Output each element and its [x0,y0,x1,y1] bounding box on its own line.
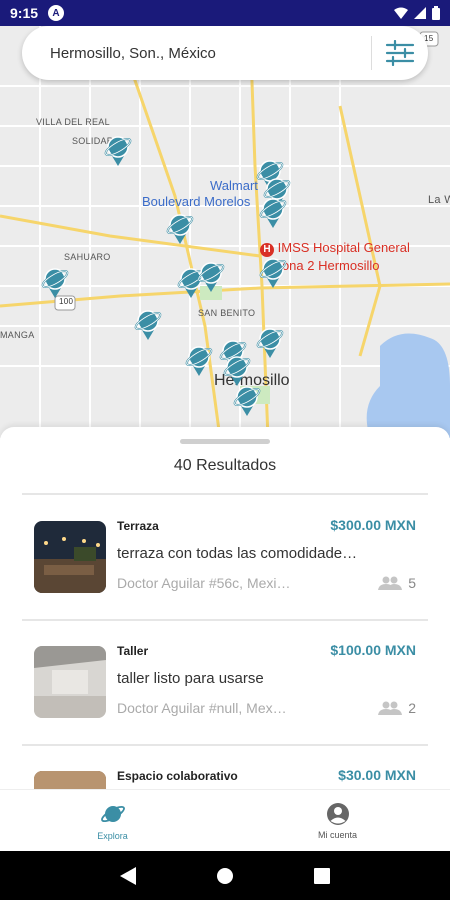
map-pin-icon[interactable] [222,352,252,386]
notification-icon: A [48,5,65,21]
cellular-icon [414,7,426,19]
listing-capacity: 2 [378,700,416,716]
map-pin-icon[interactable] [165,210,195,244]
results-sheet[interactable]: 40 Resultados Terraza $300.00 MXN terraz… [0,427,450,789]
listing-card[interactable]: Taller $100.00 MXN taller listo para usa… [22,620,428,744]
listing-price: $100.00 MXN [330,642,416,658]
system-nav-bar [0,851,450,900]
listing-thumbnail [34,646,106,718]
map-pin-icon[interactable] [133,306,163,340]
map-pin-icon[interactable] [196,258,226,292]
wifi-icon [394,7,408,19]
map-poi-boulevard: Boulevard Morelos [142,194,251,209]
bottom-navigation: Explora Mi cuenta [0,789,450,851]
planet-icon [100,805,125,822]
map-pin-icon[interactable] [184,342,214,376]
map-pin-icon[interactable] [40,264,70,298]
account-icon [326,802,349,825]
people-icon [378,576,403,590]
capacity-value: 5 [408,575,416,591]
results-count: 40 Resultados [173,457,277,474]
search-bar[interactable]: Hermosillo, Son., México [22,26,428,80]
nav-account-label: Mi cuenta [317,829,358,840]
listing-title: taller listo para usarse [117,670,264,687]
listing-category: Terraza [117,519,159,533]
filter-button[interactable] [372,26,428,80]
map-pin-icon[interactable] [103,132,133,166]
listing-thumbnail [34,771,106,789]
map-pin-icon[interactable] [232,382,262,416]
capacity-value: 2 [408,700,416,716]
sheet-drag-handle[interactable] [180,439,270,444]
recents-icon[interactable] [313,867,330,884]
listing-address: Doctor Aguilar #null, Mex… [117,700,287,716]
people-icon [378,701,403,715]
search-location-text[interactable]: Hermosillo, Son., México [22,45,371,62]
listing-thumbnail [34,521,106,593]
poi-label: IMSS Hospital General [277,240,410,255]
map-label: SAHUARO [64,252,111,262]
nav-explore-label: Explora [97,830,128,841]
battery-icon [432,6,440,20]
status-bar: 9:15 A [0,0,450,26]
map-pin-icon[interactable] [258,194,288,228]
listing-card[interactable]: Terraza $300.00 MXN terraza con todas la… [22,495,428,619]
status-time: 9:15 [10,5,39,21]
sliders-icon [385,40,415,66]
map-poi-hospital-sub: Zona 2 Hermosillo [274,258,380,273]
map-label: VILLA DEL REAL [36,117,110,127]
map-poi-walmart[interactable]: Walmart [210,178,258,193]
listing-title: terraza con todas las comodidade… [117,545,358,562]
map-pin-icon[interactable] [258,254,288,288]
map-view[interactable]: VILLA DEL REAL SOLIDAR SAHUARO SAN BENIT… [0,26,450,438]
back-icon[interactable] [120,866,137,885]
map-label: La W [428,194,450,206]
listing-price: $30.00 MXN [338,767,416,783]
listing-category: Espacio colaborativo [117,769,238,783]
listing-capacity: 5 [378,575,416,591]
map-label: SAN BENITO [198,308,256,318]
listing-address: Doctor Aguilar #56c, Mexi… [117,575,291,591]
home-icon[interactable] [216,867,233,884]
map-pin-icon[interactable] [255,324,285,358]
nav-explore[interactable]: Explora [0,790,225,851]
listing-price: $300.00 MXN [330,517,416,533]
listing-card[interactable]: Espacio colaborativo $30.00 MXN [22,745,428,789]
map-label: MANGA [0,330,35,340]
status-icons [394,6,440,20]
listing-category: Taller [117,644,149,658]
road-shield-label: 100 [59,297,74,306]
nav-account[interactable]: Mi cuenta [225,790,450,851]
